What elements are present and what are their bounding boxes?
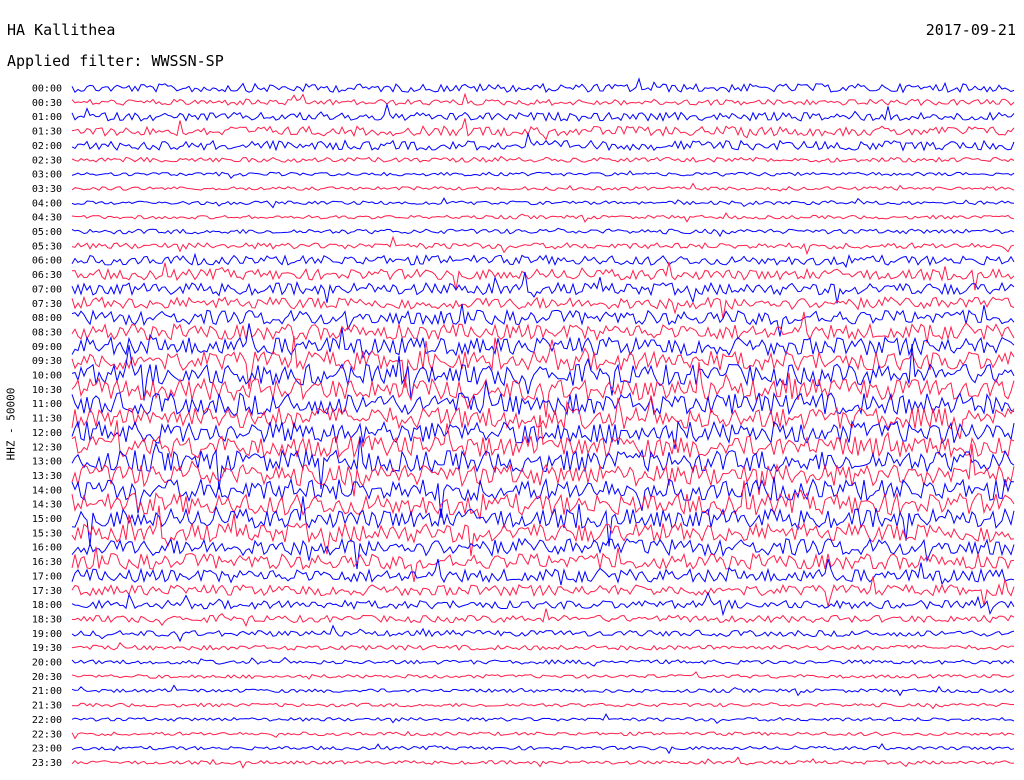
- row-time-label: 07:30: [32, 299, 62, 310]
- trace-line: [71, 170, 1015, 179]
- row-time-label: 08:30: [32, 327, 62, 338]
- row-time-label: 14:00: [32, 485, 62, 496]
- trace-line: [71, 702, 1015, 710]
- row-time-label: 03:00: [32, 170, 62, 181]
- row-time-label: 13:30: [32, 471, 62, 482]
- row-time-label: 05:30: [32, 241, 62, 252]
- trace-line: [71, 118, 1015, 141]
- trace-line: [71, 730, 1015, 740]
- trace-line: [71, 608, 1015, 628]
- trace-line: [71, 182, 1015, 192]
- row-time-label: 17:00: [32, 571, 62, 582]
- row-time-label: 06:30: [32, 270, 62, 281]
- trace-line: [71, 197, 1015, 209]
- row-time-label: 03:30: [32, 184, 62, 195]
- row-time-label: 19:00: [32, 629, 62, 640]
- row-time-label: 18:30: [32, 614, 62, 625]
- row-time-label: 12:30: [32, 442, 62, 453]
- row-time-label: 00:30: [32, 98, 62, 109]
- row-time-label: 14:30: [32, 500, 62, 511]
- row-time-label: 18:00: [32, 600, 62, 611]
- row-time-label: 16:30: [32, 557, 62, 568]
- trace-line: [71, 303, 1015, 337]
- row-time-label: 23:00: [32, 744, 62, 755]
- row-time-label: 11:00: [32, 399, 62, 410]
- row-time-label: 15:00: [32, 514, 62, 525]
- row-time-label: 02:00: [32, 141, 62, 152]
- row-time-label: 16:00: [32, 543, 62, 554]
- row-time-label: 13:00: [32, 457, 62, 468]
- trace-line: [71, 684, 1015, 697]
- trace-line: [71, 591, 1015, 617]
- trace-line: [71, 227, 1015, 238]
- row-time-label: 22:00: [32, 715, 62, 726]
- row-time-label: 09:30: [32, 356, 62, 367]
- row-label-group: 00:00 00:30 01:00 01:30 02:00 02:30 03:00 03:30…: [32, 84, 62, 769]
- row-time-label: 22:30: [32, 729, 62, 740]
- trace-line: [71, 252, 1015, 269]
- row-time-label: 11:30: [32, 414, 62, 425]
- trace-line: [71, 756, 1015, 769]
- row-time-label: 08:00: [32, 313, 62, 324]
- row-time-label: 07:00: [32, 284, 62, 295]
- row-time-label: 19:30: [32, 643, 62, 654]
- row-time-label: 10:30: [32, 385, 62, 396]
- trace-line: [71, 537, 1015, 570]
- trace-line: [71, 344, 1015, 401]
- trace-line: [71, 671, 1015, 680]
- trace-line: [71, 624, 1015, 643]
- trace-line: [71, 713, 1015, 725]
- row-time-label: 01:30: [32, 127, 62, 138]
- row-time-label: 17:30: [32, 586, 62, 597]
- row-time-label: 20:00: [32, 658, 62, 669]
- row-time-label: 01:00: [32, 112, 62, 123]
- trace-line: [71, 742, 1015, 755]
- trace-line: [71, 77, 1015, 94]
- trace-line: [71, 641, 1015, 651]
- trace-line: [71, 261, 1015, 291]
- trace-line: [71, 132, 1015, 152]
- row-time-label: 04:30: [32, 213, 62, 224]
- row-time-label: 06:00: [32, 256, 62, 267]
- row-time-label: 02:30: [32, 155, 62, 166]
- trace-line: [71, 92, 1015, 107]
- row-time-label: 15:30: [32, 528, 62, 539]
- row-time-label: 04:00: [32, 198, 62, 209]
- row-time-label: 09:00: [32, 342, 62, 353]
- row-time-label: 21:30: [32, 701, 62, 712]
- row-time-label: 10:00: [32, 371, 62, 382]
- row-time-label: 23:30: [32, 758, 62, 769]
- row-time-label: 21:00: [32, 686, 62, 697]
- row-time-label: 12:00: [32, 428, 62, 439]
- trace-line: [71, 212, 1015, 223]
- trace-line: [71, 295, 1015, 319]
- trace-line: [71, 155, 1015, 163]
- row-time-label: 00:00: [32, 84, 62, 95]
- row-time-label: 05:00: [32, 227, 62, 238]
- trace-line: [71, 656, 1015, 667]
- trace-line: [71, 102, 1015, 122]
- trace-line: [71, 558, 1015, 586]
- row-time-label: 20:30: [32, 672, 62, 683]
- trace-group: [71, 77, 1015, 769]
- seismogram-plot: 00:00 00:30 01:00 01:30 02:00 02:30 03:00 03:30…: [32, 77, 1015, 769]
- trace-line: [71, 235, 1015, 256]
